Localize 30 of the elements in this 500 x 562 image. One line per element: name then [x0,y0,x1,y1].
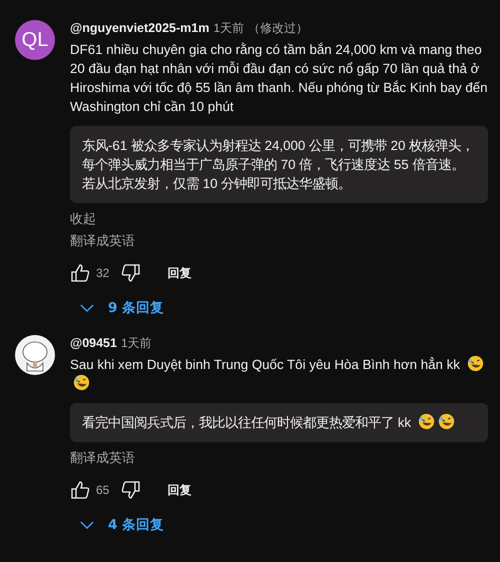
laughing-face-icon [466,355,484,372]
laughing-face-icon [438,413,455,430]
dislike-icon[interactable] [121,480,142,500]
translated-text: 东风-61 被众多专家认为射程达 24,000 公里，可携带 20 枚核弹头，每个弹头威力相当于广岛原子弹的 70 倍，飞行速度达 55 倍音速。若从北京发射，仅需 10 分钟即可抵达华盛顿。 [82,138,474,191]
avatar[interactable]: QL [15,20,55,60]
laughing-face-icon [418,413,435,430]
reply-button[interactable]: 回复 [161,260,198,286]
dislike-icon[interactable] [121,263,142,283]
replies-button[interactable]: 4 条回复 [74,510,170,540]
comment-text: Sau khi xem Duyệt binh Trung Quốc Tôi yêu Hòa Bình hơn hẳn kk [70,357,460,372]
replies-button[interactable]: 9 条回复 [74,293,170,323]
laughing-face-icon [73,374,90,391]
like-icon[interactable] [70,480,90,500]
collapse-link[interactable]: 收起 [70,211,488,229]
author-name[interactable]: @nguyenviet2025-m1m [70,21,210,35]
reply-button[interactable]: 回复 [161,478,198,502]
chevron-down-icon [80,304,94,312]
chevron-down-icon [80,520,94,530]
like-count: 32 [96,266,110,280]
translated-text: 看完中国阅兵式后，我比以往任何时候都更热爱和平了 kk [82,415,411,430]
translate-link[interactable]: 翻译成英语 [70,450,488,468]
timestamp[interactable]: 1天前 [120,335,152,352]
translate-link[interactable]: 翻译成英语 [70,233,488,251]
timestamp[interactable]: 1天前 [213,20,244,37]
comment-text: DF61 nhiều chuyên gia cho rằng có tầm bắn 24,000 km và mang theo 20 đầu đạn hạt nhân với mỗi đầu đạn có sức nổ gấp 70 lần quả thả ở Hiroshima với tốc độ 55 lần âm thanh. Nếu phóng từ Bắc Kinh bay đến Washington chỉ cần 10 phút [70,42,488,114]
edited-label: （修改过） [248,20,308,37]
avatar-icon[interactable] [15,335,55,375]
like-icon[interactable] [70,263,90,283]
author-name[interactable]: @09451 [70,336,117,350]
like-count: 65 [96,483,110,497]
